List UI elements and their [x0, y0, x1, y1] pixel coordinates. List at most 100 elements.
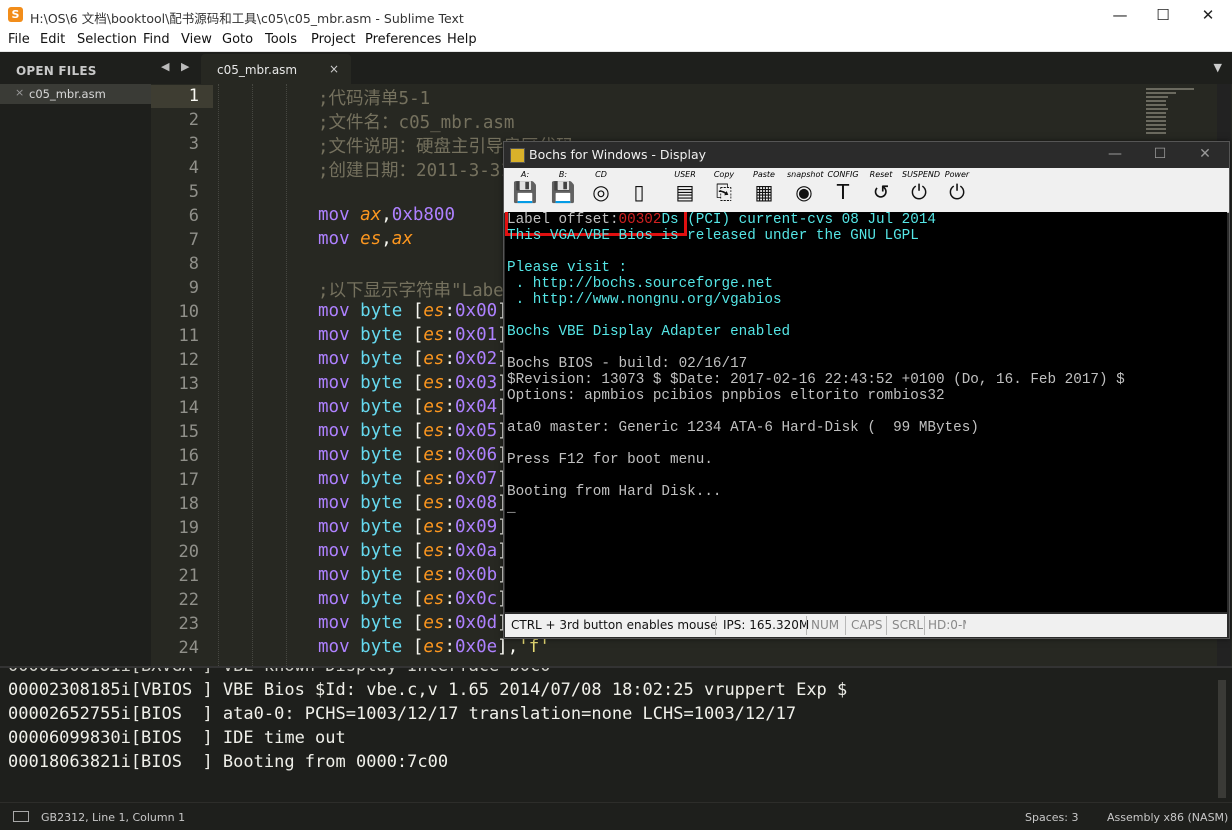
bochs-title: Bochs for Windows - Display	[529, 147, 706, 162]
bochs-close-button[interactable]: ✕	[1190, 146, 1220, 162]
menu-help[interactable]: Help	[447, 32, 477, 47]
vga-screen[interactable]: Label offset:00302Ds (PCI) current-cvs 0…	[505, 212, 1227, 612]
code-token: byte	[360, 373, 413, 393]
vga-line: Booting from Hard Disk...	[507, 484, 722, 500]
status-bar: GB2312, Line 1, Column 1 Spaces: 3 Assem…	[0, 802, 1232, 830]
menu-preferences[interactable]: Preferences	[365, 32, 441, 47]
line-number: 22	[178, 590, 199, 610]
console-line: 00002652755i[BIOS ] ata0-0: PCHS=1003/12…	[8, 704, 797, 724]
code-token: mov	[318, 301, 361, 321]
vga-line: $Revision: 13073 $ $Date: 2017-02-16 22:…	[507, 372, 1125, 388]
code-token: :	[444, 541, 456, 561]
tab-scroll-arrows-icon[interactable]: ◀ ▶	[161, 60, 193, 73]
menu-view[interactable]: View	[181, 32, 212, 47]
tab-c05-mbr[interactable]: c05_mbr.asm ×	[201, 54, 351, 84]
sidebar: OPEN FILES × c05_mbr.asm	[0, 52, 151, 666]
code-token: 0x09	[455, 517, 498, 537]
code-token: es	[423, 397, 445, 417]
bochs-toolbar-paste-button[interactable]: Paste ▦	[747, 170, 781, 208]
code-token: 0x0a	[455, 541, 498, 561]
code-token: es	[423, 421, 445, 441]
vga-line: . http://bochs.sourceforge.net	[507, 276, 773, 292]
line-number: 1	[188, 86, 199, 106]
line-number: 14	[178, 398, 199, 418]
toolbar-caption: B:	[558, 170, 568, 179]
close-file-icon[interactable]: ×	[15, 86, 24, 99]
suspend-icon: ⏻	[911, 180, 927, 204]
code-token: [	[412, 349, 424, 369]
toolbar-caption: CONFIG	[827, 170, 859, 179]
code-token: [	[412, 613, 424, 633]
code-token: byte	[360, 445, 413, 465]
bochs-minimize-button[interactable]: —	[1100, 146, 1130, 162]
console-scrollbar[interactable]	[1218, 680, 1226, 798]
floppy-a-icon: 💾	[512, 180, 538, 204]
code-token: byte	[360, 637, 413, 657]
line-number: 23	[178, 614, 199, 634]
code-token: byte	[360, 493, 413, 513]
bochs-toolbar-reset-button[interactable]: Reset ↺	[864, 170, 898, 208]
menu-edit[interactable]: Edit	[40, 32, 65, 47]
maximize-button[interactable]: ☐	[1143, 4, 1183, 26]
menu-file[interactable]: File	[8, 32, 30, 47]
reset-icon: ↺	[872, 180, 890, 204]
scroll-lock-indicator: SCRL	[892, 618, 924, 632]
vga-line: Bochs VBE Display Adapter enabled	[507, 324, 791, 340]
bochs-toolbar-config-button[interactable]: CONFIG T	[826, 170, 860, 208]
mouse-hint: CTRL + 3rd button enables mouse	[511, 618, 718, 632]
menu-tools[interactable]: Tools	[265, 32, 297, 47]
code-token: mov	[318, 445, 361, 465]
minimize-button[interactable]: —	[1100, 4, 1140, 26]
console-toggle-icon[interactable]	[13, 811, 29, 822]
user-icon: ▤	[675, 180, 695, 204]
code-token: :	[444, 493, 456, 513]
bochs-toolbar-copy-button[interactable]: Copy ⎘	[707, 170, 741, 208]
code-token: mov	[318, 421, 361, 441]
code-token: es	[423, 325, 445, 345]
vga-line: Label offset:00302Ds (PCI) current-cvs 0…	[507, 212, 936, 228]
toolbar-caption: CD	[595, 170, 607, 179]
minimap[interactable]	[1146, 88, 1198, 140]
status-encoding-position: GB2312, Line 1, Column 1	[41, 811, 186, 824]
code-token: :	[444, 637, 456, 657]
bochs-toolbar-user-button[interactable]: USER ▤	[668, 170, 702, 208]
status-syntax[interactable]: Assembly x86 (NASM)	[1107, 811, 1228, 824]
tab-close-icon[interactable]: ×	[329, 62, 339, 76]
vga-line: Press F12 for boot menu.	[507, 452, 713, 468]
code-token: :	[444, 373, 456, 393]
bochs-toolbar-snapshot-button[interactable]: snapshot ◉	[787, 170, 824, 208]
hd-indicator: HD:0-M	[928, 618, 966, 632]
sidebar-file-c05-mbr[interactable]: × c05_mbr.asm	[0, 84, 151, 104]
power-icon: ⏻	[949, 180, 965, 204]
bochs-toolbar-floppy-a-button[interactable]: A: 💾	[508, 170, 542, 208]
code-token: :	[444, 325, 456, 345]
code-token: 0x04	[455, 397, 498, 417]
close-button[interactable]: ✕	[1188, 4, 1228, 26]
menu-selection[interactable]: Selection	[77, 32, 137, 47]
floppy-b-icon: 💾	[550, 180, 576, 204]
tab-dropdown-icon[interactable]: ▼	[1214, 61, 1222, 74]
bochs-maximize-button[interactable]: ☐	[1145, 146, 1175, 162]
code-token: 0x00	[455, 301, 498, 321]
status-indentation[interactable]: Spaces: 3	[1025, 811, 1078, 824]
code-token: es	[423, 493, 445, 513]
menu-project[interactable]: Project	[311, 32, 355, 47]
code-token: byte	[360, 349, 413, 369]
bochs-toolbar-cdrom-button[interactable]: CD ◎	[584, 170, 618, 208]
bochs-toolbar-suspend-button[interactable]: SUSPEND ⏻	[902, 170, 940, 208]
menu-goto[interactable]: Goto	[222, 32, 253, 47]
code-token: 0x0b	[455, 565, 498, 585]
code-line: ;代码清单5-1	[318, 85, 430, 110]
bochs-toolbar-disk-off-button[interactable]: ▯	[622, 170, 656, 208]
menu-find[interactable]: Find	[143, 32, 170, 47]
paste-icon: ▦	[754, 180, 774, 204]
code-token: es	[423, 613, 445, 633]
line-number: 4	[188, 158, 199, 178]
code-token: 0x06	[455, 445, 498, 465]
bochs-toolbar-floppy-b-button[interactable]: B: 💾	[546, 170, 580, 208]
bochs-toolbar-power-button[interactable]: Power ⏻	[940, 170, 974, 208]
code-token: byte	[360, 421, 413, 441]
code-token: ;代码清单5-1	[318, 89, 431, 109]
toolbar-caption: Power	[944, 170, 970, 179]
console-line: 00006099830i[BIOS ] IDE time out	[8, 728, 346, 748]
